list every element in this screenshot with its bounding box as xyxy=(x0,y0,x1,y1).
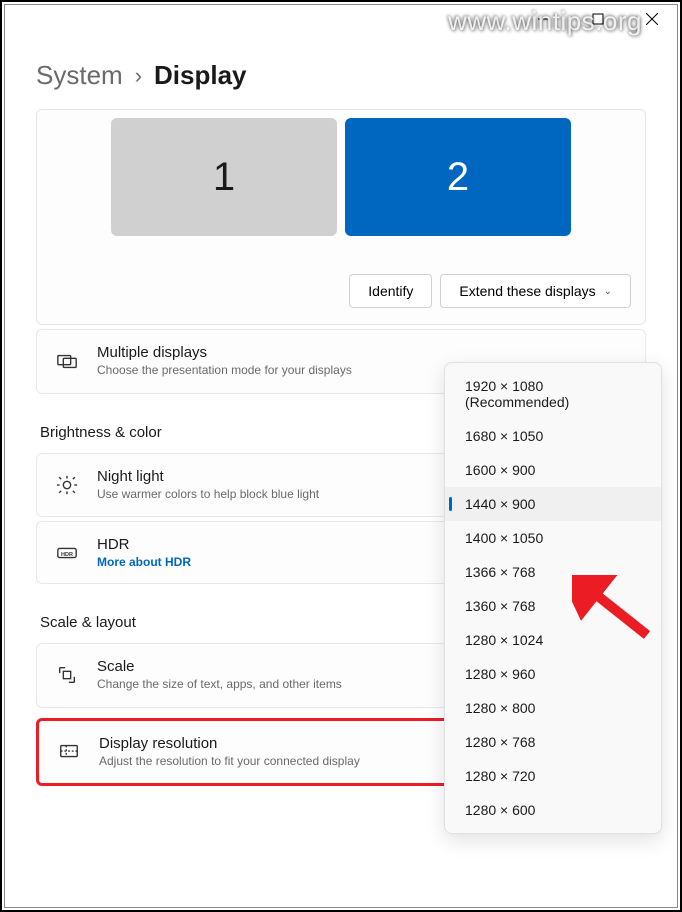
extend-displays-dropdown[interactable]: Extend these displays ⌄ xyxy=(440,274,631,308)
resolution-option[interactable]: 1280 × 600 xyxy=(445,793,661,827)
resolution-option[interactable]: 1280 × 720 xyxy=(445,759,661,793)
night-light-icon xyxy=(55,473,79,497)
annotation-arrow xyxy=(572,575,652,645)
resolution-option[interactable]: 1280 × 768 xyxy=(445,725,661,759)
resolution-option[interactable]: 1600 × 900 xyxy=(445,453,661,487)
resolution-option[interactable]: 1400 × 1050 xyxy=(445,521,661,555)
multiple-displays-icon xyxy=(55,349,79,373)
hdr-icon: HDR xyxy=(55,541,79,565)
display-arrangement-panel: 1 2 Identify Extend these displays ⌄ xyxy=(36,109,646,325)
breadcrumb-separator: › xyxy=(135,63,142,89)
display-2[interactable]: 2 xyxy=(345,118,571,236)
resolution-option[interactable]: 1920 × 1080 (Recommended) xyxy=(445,369,661,419)
resolution-option[interactable]: 1680 × 1050 xyxy=(445,419,661,453)
scale-icon xyxy=(55,663,79,687)
identify-button[interactable]: Identify xyxy=(349,274,432,308)
resolution-option[interactable]: 1440 × 900 xyxy=(445,487,661,521)
breadcrumb: System › Display xyxy=(36,60,646,91)
display-1[interactable]: 1 xyxy=(111,118,337,236)
resolution-option[interactable]: 1280 × 960 xyxy=(445,657,661,691)
multiple-displays-title: Multiple displays xyxy=(97,344,627,361)
breadcrumb-current: Display xyxy=(154,60,247,91)
resolution-option[interactable]: 1280 × 800 xyxy=(445,691,661,725)
resolution-icon xyxy=(57,740,81,764)
chevron-down-icon: ⌄ xyxy=(604,286,612,297)
watermark-text: www.wintips.org xyxy=(448,6,642,37)
svg-text:HDR: HDR xyxy=(61,551,73,557)
breadcrumb-parent[interactable]: System xyxy=(36,60,123,91)
